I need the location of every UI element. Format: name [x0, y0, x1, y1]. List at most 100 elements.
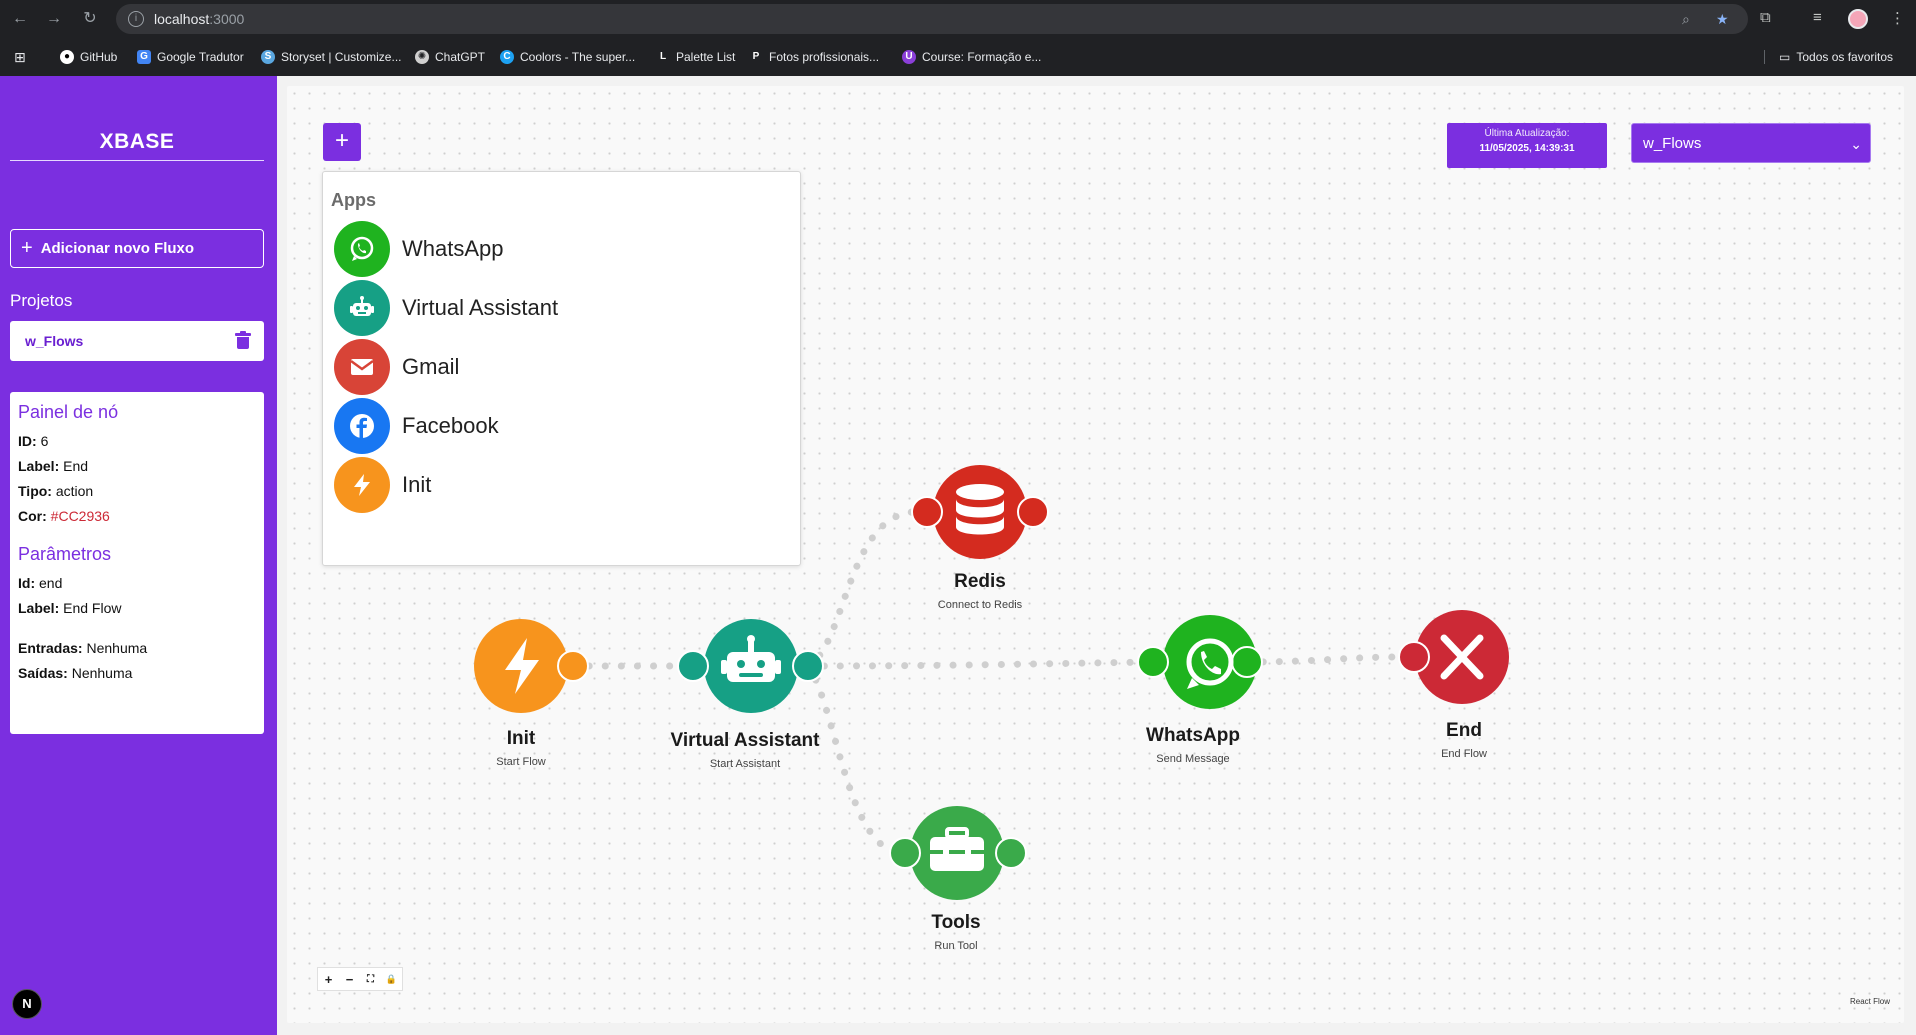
zoom-icon[interactable]: ⌕ [1682, 11, 1690, 28]
param-label-row: Label: End Flow [18, 600, 256, 616]
bookmark-7[interactable]: U Course: Formação e... [902, 48, 1041, 66]
zoom-in-button[interactable]: + [318, 972, 339, 987]
course-icon: U [902, 50, 916, 64]
trash-icon[interactable] [235, 331, 251, 349]
last-update-badge: Última Atualização: 11/05/2025, 14:39:31 [1447, 123, 1607, 168]
lock-button[interactable]: 🔒 [381, 974, 402, 985]
back-icon[interactable]: ← [10, 9, 30, 29]
node-name: Init [506, 728, 536, 749]
field-label: Entradas: [18, 640, 83, 656]
project-name: w_Flows [25, 333, 84, 349]
url-port: :3000 [209, 11, 245, 27]
node-name: Virtual Assistant [670, 730, 820, 751]
node-type-row: Tipo: action [18, 483, 256, 499]
pexels-icon: P [752, 51, 760, 62]
favorites-label: Todos os favoritos [1796, 50, 1894, 64]
node-label-value: End [63, 458, 89, 474]
node-subtitle: Run Tool [934, 940, 978, 952]
browser-chrome: ← → ↻ i localhost:3000 ⌕ ★ ⧉ ≡ ⋮ ⊞ ● GitH… [0, 0, 1916, 76]
param-id-row: Id: end [18, 575, 256, 591]
field-label: Label: [18, 458, 60, 474]
app-item-virtual-assistant[interactable]: Virtual Assistant [334, 279, 558, 337]
outputs-value: Nenhuma [71, 665, 133, 681]
bookmark-label: Palette List [676, 50, 736, 64]
extensions-icon[interactable]: ⧉ [1760, 9, 1771, 26]
inputs-value: Nenhuma [86, 640, 148, 656]
all-favorites[interactable]: ▭ Todos os favoritos [1764, 48, 1893, 66]
node-type-value: action [55, 483, 94, 499]
storyset-icon: S [261, 50, 275, 64]
node-virtual-assistant[interactable] [677, 619, 824, 713]
address-bar[interactable]: i localhost:3000 ⌕ ★ [116, 4, 1748, 34]
flow-select[interactable]: w_Flows ⌄ [1631, 123, 1871, 163]
node-panel: Painel de nó ID: 6 Label: End Tipo: acti… [10, 392, 264, 734]
bookmark-label: Fotos profissionais... [769, 50, 880, 64]
edge-assistant-redis [804, 508, 926, 670]
app-item-facebook[interactable]: Facebook [334, 397, 499, 455]
bookmark-5[interactable]: L Palette List [656, 48, 735, 66]
node-name: Redis [954, 571, 1006, 592]
bookmark-label: GitHub [80, 50, 118, 64]
node-name: End [1446, 720, 1482, 741]
zoom-out-button[interactable]: − [339, 972, 360, 987]
projects-title: Projetos [10, 291, 73, 310]
last-update-value: 11/05/2025, 14:39:31 [1479, 143, 1575, 154]
add-flow-button[interactable]: + Adicionar novo Fluxo [10, 229, 264, 268]
node-subtitle: Start Assistant [709, 758, 781, 770]
bookmark-label: Course: Formação e... [922, 50, 1042, 64]
node-subtitle: Connect to Redis [937, 599, 1023, 611]
url-text[interactable]: localhost:3000 [154, 11, 244, 27]
add-node-button[interactable]: + [323, 123, 361, 161]
app-item-label: Virtual Assistant [402, 295, 559, 320]
field-label: Label: [18, 600, 60, 616]
node-label-tools: Tools Run Tool [931, 912, 980, 952]
fit-view-button[interactable]: ⛶ [360, 974, 381, 985]
edge-assistant-tools [804, 662, 909, 857]
reload-icon[interactable]: ↻ [80, 9, 100, 29]
node-color-value: #CC2936 [50, 508, 110, 524]
menu-icon[interactable]: ⋮ [1890, 9, 1905, 27]
outputs-row: Saídas: Nenhuma [18, 665, 256, 681]
app-item-gmail[interactable]: Gmail [334, 338, 459, 396]
bookmark-star-icon[interactable]: ★ [1716, 11, 1729, 28]
node-redis[interactable] [911, 465, 1049, 559]
site-info-icon[interactable]: i [128, 11, 144, 27]
node-tools[interactable] [889, 806, 1027, 900]
brand-title: XBASE [10, 130, 264, 161]
project-item[interactable]: w_Flows [10, 321, 264, 361]
node-whatsapp[interactable] [1137, 615, 1263, 709]
app-item-whatsapp[interactable]: WhatsApp [334, 220, 504, 278]
react-flow-attribution[interactable]: React Flow [1850, 997, 1890, 1006]
forward-icon[interactable]: → [44, 9, 64, 29]
flow-canvas[interactable]: Init Start Flow Virtual Assistant Start As… [287, 86, 1904, 1023]
node-panel-title: Painel de nó [18, 402, 119, 422]
bookmark-3[interactable]: ✺ ChatGPT [415, 48, 485, 66]
bookmark-6[interactable]: P Fotos profissionais... [749, 48, 879, 66]
media-icon[interactable]: ≡ [1813, 9, 1822, 26]
profile-avatar[interactable] [1848, 9, 1868, 29]
flow-select-value: w_Flows [1643, 135, 1702, 152]
nextjs-badge[interactable]: N [12, 989, 42, 1019]
bookmark-2[interactable]: S Storyset | Customize... [261, 48, 402, 66]
app-item-label: Facebook [402, 413, 499, 438]
node-label-end: End End Flow [1441, 720, 1487, 760]
node-end[interactable] [1398, 610, 1509, 704]
node-subtitle: Send Message [1156, 753, 1230, 765]
facebook-icon [334, 398, 390, 454]
chevron-down-icon: ⌄ [1850, 136, 1862, 152]
node-label-redis: Redis Connect to Redis [938, 571, 1022, 611]
folder-icon: ▭ [1764, 50, 1790, 64]
app: XBASE + Adicionar novo Fluxo Projetos w_F… [0, 76, 1916, 1035]
node-subtitle: End Flow [1441, 748, 1487, 760]
node-label-whatsapp: WhatsApp Send Message [1146, 725, 1240, 765]
apps-grid-icon[interactable]: ⊞ [14, 48, 26, 66]
param-label-value: End Flow [63, 600, 122, 616]
bookmark-0[interactable]: ● GitHub [60, 48, 117, 66]
node-init[interactable] [474, 619, 589, 713]
bookmark-4[interactable]: C Coolors - The super... [500, 48, 635, 66]
field-label: Id: [18, 575, 36, 591]
flow-controls: + − ⛶ 🔒 [317, 967, 403, 991]
app-item-init[interactable]: Init [334, 456, 431, 514]
bookmark-1[interactable]: G Google Tradutor [137, 48, 244, 66]
apps-menu-title: Apps [331, 190, 376, 210]
